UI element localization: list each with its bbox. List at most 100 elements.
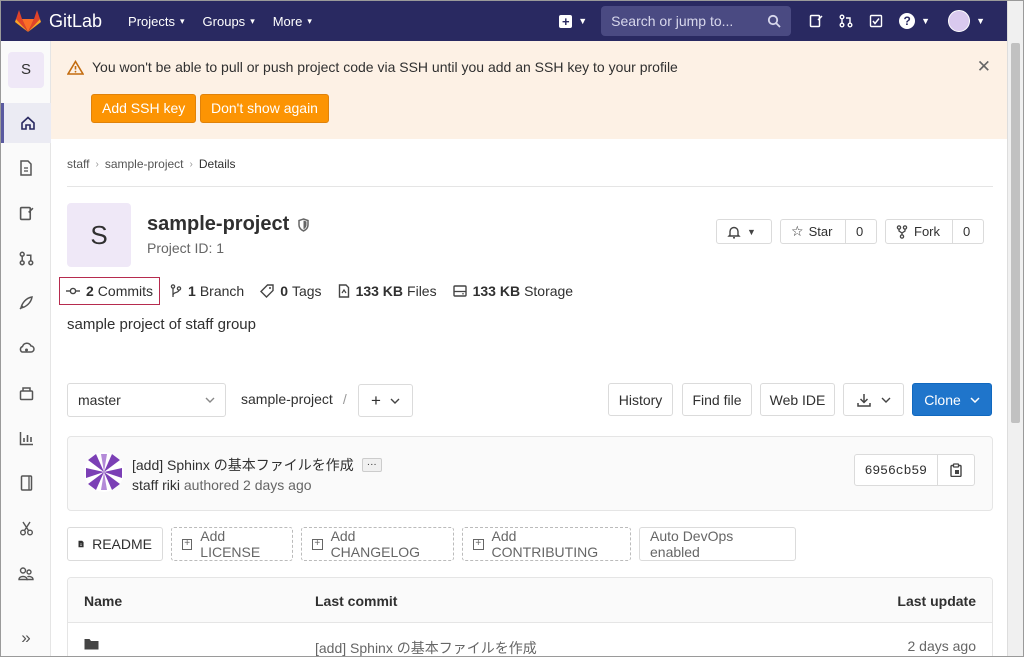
sidebar-item-packages[interactable] (1, 373, 51, 413)
plus-square-icon: + (473, 538, 484, 550)
add-license-label: Add LICENSE (200, 528, 261, 560)
add-changelog-label: Add CHANGELOG (330, 528, 421, 560)
double-chevron-right-icon: » (21, 628, 31, 647)
copy-sha-button[interactable] (938, 463, 974, 477)
storage-label: Storage (524, 283, 574, 299)
project-sidebar: S » (1, 41, 51, 656)
todos-icon[interactable] (869, 14, 883, 28)
history-button[interactable]: History (608, 383, 673, 416)
sidebar-item-repository[interactable] (1, 148, 51, 188)
add-ssh-key-button[interactable]: Add SSH key (91, 94, 197, 123)
auto-devops-button[interactable]: Auto DevOps enabled (639, 527, 796, 561)
star-button[interactable]: ☆ Star 0 (780, 219, 877, 244)
dont-show-again-button[interactable]: Don't show again (200, 94, 329, 123)
main-content: You won't be able to pull or push projec… (51, 41, 1009, 656)
sidebar-collapse-button[interactable]: » (1, 618, 51, 656)
commit-author-avatar[interactable] (84, 452, 124, 492)
sidebar-item-members[interactable] (1, 553, 51, 593)
fork-label-wrap: Fork (886, 220, 952, 243)
stat-tags[interactable]: 0 Tags (260, 283, 322, 299)
breadcrumb-item-staff[interactable]: staff (67, 157, 89, 171)
gitlab-logo-icon (15, 10, 41, 32)
stat-commits[interactable]: 2 Commits (59, 277, 161, 305)
repo-path-root[interactable]: sample-project (241, 391, 333, 407)
nav-more-label: More (272, 13, 303, 29)
stat-branches[interactable]: 1 Branch (170, 283, 244, 299)
breadcrumb-current[interactable]: Details (199, 157, 236, 171)
close-icon[interactable]: ✕ (977, 57, 991, 77)
sidebar-item-ci-cd[interactable] (1, 283, 51, 323)
stat-files[interactable]: 133 KB Files (338, 283, 437, 299)
row-last-commit[interactable]: [add] Sphinx の基本ファイルを作成 (315, 638, 537, 656)
clone-label: Clone (924, 391, 961, 408)
scrollbar-thumb[interactable] (1011, 43, 1020, 423)
toggle-commit-description-button[interactable]: ··· (361, 458, 382, 472)
search-input[interactable]: Search or jump to... (601, 6, 792, 36)
nav-more[interactable]: More ▾ (273, 14, 312, 29)
find-file-button[interactable]: Find file (682, 383, 752, 416)
nav-groups[interactable]: Groups ▾ (203, 14, 255, 29)
ssh-alert-message: You won't be able to pull or push projec… (67, 59, 678, 75)
star-count[interactable]: 0 (845, 220, 873, 243)
gitlab-home-link[interactable]: GitLab (15, 1, 102, 41)
branches-label: Branch (199, 283, 245, 299)
fork-count[interactable]: 0 (952, 220, 980, 243)
chevron-right-icon: › (95, 158, 99, 170)
fork-button[interactable]: Fork 0 (885, 219, 984, 244)
file-tree-header: Name Last commit Last update (68, 578, 992, 623)
sidebar-project-avatar[interactable]: S (8, 52, 44, 88)
page-scrollbar[interactable] (1007, 1, 1023, 656)
table-row[interactable]: docs [add] Sphinx の基本ファイルを作成 2 days ago (68, 623, 992, 656)
commit-message: [add] Sphinx の基本ファイルを作成 ··· (132, 455, 382, 475)
ssh-alert-text: You won't be able to pull or push projec… (92, 59, 678, 75)
add-changelog-button[interactable]: + Add CHANGELOG (301, 527, 454, 561)
readme-button[interactable]: README (67, 527, 163, 561)
stat-storage[interactable]: 133 KB Storage (452, 283, 574, 299)
star-label: Star (808, 224, 833, 239)
clipboard-icon (950, 463, 962, 477)
folder-name-cell[interactable]: docs (84, 638, 114, 656)
nav-projects[interactable]: Projects ▾ (128, 14, 185, 29)
add-contributing-button[interactable]: + Add CONTRIBUTING (462, 527, 631, 561)
user-menu-button[interactable]: ▼ (930, 10, 985, 32)
breadcrumb-item-project[interactable]: sample-project (105, 157, 184, 171)
commit-author-link[interactable]: staff riki (132, 477, 180, 493)
bell-icon: ▼ (717, 220, 766, 243)
clone-dropdown-button[interactable]: Clone (912, 383, 992, 416)
chevron-down-icon (390, 398, 400, 404)
sidebar-item-issues[interactable] (1, 193, 51, 233)
files-size: 133 KB (355, 283, 404, 299)
sidebar-item-analytics[interactable] (1, 418, 51, 458)
commit-title-link[interactable]: [add] Sphinx の基本ファイルを作成 (132, 455, 354, 475)
help-dropdown-button[interactable]: ? ▼ (899, 13, 930, 29)
project-id: Project ID: 1 (147, 240, 225, 256)
browser-frame: GitLab Projects ▾ Groups ▾ More ▾ + ▼ Se… (0, 0, 1024, 657)
web-ide-button[interactable]: Web IDE (760, 383, 835, 416)
plus-icon: + (371, 390, 381, 410)
merge-requests-icon[interactable] (839, 14, 853, 28)
chevron-down-icon (205, 397, 215, 403)
sidebar-item-operations[interactable] (1, 328, 51, 368)
download-dropdown[interactable] (843, 383, 904, 416)
branch-selector[interactable]: master (67, 383, 226, 417)
chevron-down-icon (970, 396, 980, 403)
new-dropdown-button[interactable]: + ▼ (559, 14, 587, 28)
add-license-button[interactable]: + Add LICENSE (171, 527, 293, 561)
document-icon (20, 160, 32, 176)
folder-name: docs (84, 653, 114, 656)
column-header-last-update: Last update (897, 593, 976, 609)
repo-toolbar: master sample-project / + History Find fi… (67, 383, 993, 417)
column-header-last-commit: Last commit (315, 593, 398, 609)
issues-icon[interactable] (809, 14, 823, 28)
commit-sha-link[interactable]: 6956cb59 (855, 455, 938, 485)
sidebar-item-wiki[interactable] (1, 463, 51, 503)
sidebar-item-merge-requests[interactable] (1, 238, 51, 278)
notification-dropdown[interactable]: ▼ (716, 219, 772, 244)
project-name: sample-project (147, 213, 290, 235)
add-to-tree-dropdown[interactable]: + (358, 384, 413, 417)
sidebar-item-project-overview[interactable] (1, 103, 51, 143)
chevron-down-icon: ▾ (250, 15, 255, 26)
tags-label: Tags (291, 283, 322, 299)
sidebar-item-snippets[interactable] (1, 508, 51, 548)
branches-count: 1 (188, 283, 196, 299)
